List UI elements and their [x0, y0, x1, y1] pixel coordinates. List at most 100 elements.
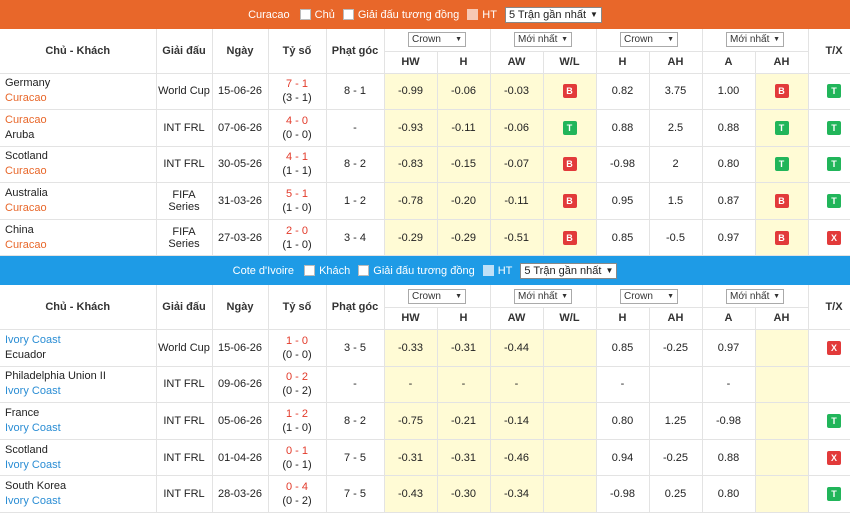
away-team[interactable]: Ivory Coast	[5, 458, 156, 473]
home-checkbox[interactable]	[299, 9, 311, 20]
away-team[interactable]: Ivory Coast	[5, 421, 156, 436]
away-team[interactable]: Ecuador	[5, 348, 156, 363]
header-date: Ngày	[212, 29, 269, 74]
bookmaker-select[interactable]: Crown ▼	[408, 32, 466, 48]
odds-hw: -0.33	[384, 329, 438, 367]
header-teams: Chủ - Khách	[0, 29, 157, 74]
ah-away-odds: -0.98	[702, 402, 756, 440]
home-team[interactable]: Scotland	[5, 149, 156, 164]
ah-result-badge: T	[774, 120, 789, 135]
header-score: Tỷ số	[268, 285, 327, 330]
match-row: China Curacao FIFA Series 27-03-26 2 - 0…	[0, 219, 850, 257]
wl-cell	[543, 475, 597, 513]
same-league-filter[interactable]: Giải đấu tương đồng	[342, 9, 459, 21]
tx-cell: T	[808, 73, 850, 111]
home-team[interactable]: Curacao	[5, 113, 156, 128]
tx-cell	[808, 366, 850, 404]
header-tx: T/X	[808, 29, 850, 74]
tx-cell: T	[808, 182, 850, 220]
ah-line: -0.25	[649, 329, 703, 367]
odds-h: -0.31	[437, 329, 491, 367]
away-team[interactable]: Curacao	[5, 91, 156, 106]
away-filter[interactable]: Khách	[304, 265, 350, 277]
half-time-score: (0 - 2)	[282, 495, 312, 508]
chevron-down-icon: ▼	[667, 36, 674, 44]
tx-badge: T	[827, 487, 841, 502]
home-team[interactable]: Scotland	[5, 443, 156, 458]
curacao-table: Chủ - Khách Giải đấu Ngày Tỷ số Phạt góc…	[0, 29, 850, 257]
match-count-select[interactable]: 5 Trận gần nhất ▼	[520, 262, 618, 279]
ah-odds-type-select[interactable]: Mới nhất ▼	[726, 32, 784, 48]
ah-result-cell	[755, 439, 809, 477]
match-row: Ivory Coast Ecuador World Cup 15-06-26 1…	[0, 329, 850, 367]
home-team[interactable]: Philadelphia Union II	[5, 369, 156, 384]
odds-hw: -0.75	[384, 402, 438, 440]
ah-line: 1.25	[649, 402, 703, 440]
half-time-score: (1 - 1)	[282, 165, 312, 178]
match-row: France Ivory Coast INT FRL 05-06-26 1 - …	[0, 402, 850, 440]
odds-h: -0.20	[437, 182, 491, 220]
wl-cell: B	[543, 146, 597, 184]
ht-checkbox[interactable]	[467, 9, 479, 20]
corner-score: 3 - 4	[326, 219, 385, 257]
header-league: Giải đấu	[156, 285, 213, 330]
same-league-checkbox[interactable]	[342, 9, 354, 20]
bookmaker-select[interactable]: Crown ▼	[408, 288, 466, 304]
home-team[interactable]: Australia	[5, 186, 156, 201]
match-date: 31-03-26	[212, 182, 269, 220]
team-name: Cote d'Ivoire	[232, 264, 295, 277]
away-team[interactable]: Curacao	[5, 238, 156, 253]
odds-hw: -0.78	[384, 182, 438, 220]
home-team[interactable]: China	[5, 223, 156, 238]
chevron-down-icon: ▼	[455, 292, 462, 300]
ah-away-odds: 0.80	[702, 146, 756, 184]
away-checkbox[interactable]	[304, 265, 316, 277]
chevron-down-icon: ▼	[773, 292, 780, 300]
home-team[interactable]: Ivory Coast	[5, 333, 156, 348]
odds-type-select[interactable]: Mới nhất ▼	[514, 32, 572, 48]
match-count-select[interactable]: 5 Trận gần nhất ▼	[504, 6, 602, 23]
tx-badge: X	[827, 230, 841, 245]
header-ah-h: H	[596, 307, 650, 330]
wl-badge: B	[562, 230, 577, 245]
header-ah: AH	[649, 307, 703, 330]
cote-divoire-table: Chủ - Khách Giải đấu Ngày Tỷ số Phạt góc…	[0, 285, 850, 513]
header-ah-a: A	[702, 307, 756, 330]
ah-line: 0.25	[649, 475, 703, 513]
tx-cell: T	[808, 475, 850, 513]
ah-home-odds: -0.98	[596, 146, 650, 184]
odds-aw: -0.14	[490, 402, 544, 440]
ht-checkbox[interactable]	[482, 265, 494, 277]
home-filter[interactable]: Chủ	[299, 9, 335, 21]
tx-badge: T	[827, 413, 841, 428]
home-team[interactable]: Germany	[5, 76, 156, 91]
odds-type-select[interactable]: Mới nhất ▼	[514, 288, 572, 304]
match-date: 05-06-26	[212, 402, 269, 440]
corner-score: 8 - 2	[326, 402, 385, 440]
odds-aw: -0.03	[490, 73, 544, 111]
same-league-filter[interactable]: Giải đấu tương đồng	[358, 265, 475, 277]
odds-aw: -0.46	[490, 439, 544, 477]
home-team[interactable]: France	[5, 406, 156, 421]
away-team[interactable]: Ivory Coast	[5, 494, 156, 509]
ah-home-odds: 0.94	[596, 439, 650, 477]
odds-h: -0.15	[437, 146, 491, 184]
home-team[interactable]: South Korea	[5, 479, 156, 494]
away-team[interactable]: Aruba	[5, 128, 156, 143]
match-date: 15-06-26	[212, 329, 269, 367]
ah-odds-type-select[interactable]: Mới nhất ▼	[726, 288, 784, 304]
away-team[interactable]: Curacao	[5, 164, 156, 179]
ah-bookmaker-select[interactable]: Crown ▼	[620, 288, 678, 304]
same-league-checkbox[interactable]	[358, 265, 370, 277]
away-team[interactable]: Curacao	[5, 201, 156, 216]
ht-filter[interactable]: HT	[482, 265, 512, 277]
odds-aw: -0.06	[490, 109, 544, 147]
ah-bookmaker-select[interactable]: Crown ▼	[620, 32, 678, 48]
away-team[interactable]: Ivory Coast	[5, 384, 156, 399]
ah-line: 2.5	[649, 109, 703, 147]
ht-filter[interactable]: HT	[467, 9, 497, 21]
match-date: 28-03-26	[212, 475, 269, 513]
league: World Cup	[156, 329, 213, 367]
wl-badge: T	[562, 120, 577, 135]
chevron-down-icon: ▼	[605, 266, 614, 276]
